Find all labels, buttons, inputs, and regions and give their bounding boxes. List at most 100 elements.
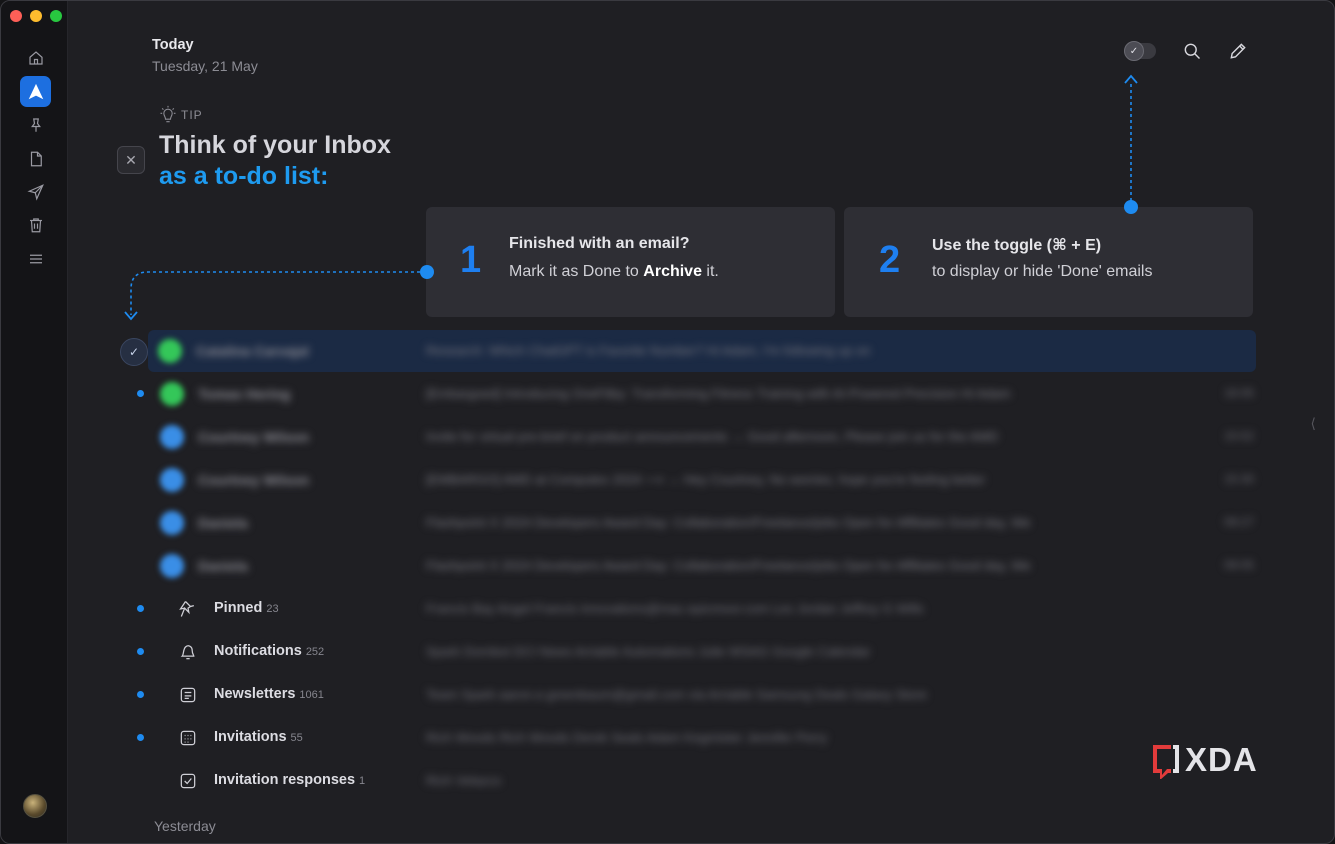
category-name: Invitations — [214, 729, 287, 745]
category-count: 1061 — [299, 689, 324, 701]
category-count: 1 — [359, 775, 366, 787]
document-icon — [30, 151, 42, 166]
email-row[interactable]: Tomas Hering [Embargoed] Introducing OneF… — [118, 373, 1254, 415]
user-avatar[interactable] — [23, 794, 47, 818]
email-time: 09:05 — [1223, 558, 1254, 572]
email-subject: Flashpoint X 2024 Developers Award Day: … — [426, 515, 1031, 530]
unread-indicator — [137, 605, 144, 612]
sender-avatar — [160, 425, 184, 449]
email-sender: Courtney Wilson — [198, 429, 310, 445]
tip-label-text: TIP — [181, 108, 203, 122]
email-time: 16:05 — [1223, 386, 1254, 400]
card-body-emphasis: Archive — [643, 263, 702, 280]
calendar-check-icon — [178, 771, 198, 791]
category-row-invitations[interactable]: Invitations 55 Rich Woods Rich Woods Derek… — [118, 717, 1254, 759]
unread-indicator — [137, 390, 144, 397]
minimize-window-button[interactable] — [30, 10, 42, 22]
zoom-window-button[interactable] — [50, 10, 62, 22]
close-window-button[interactable] — [10, 10, 22, 22]
email-row[interactable]: Courtney Wilson Invite for virtual pre-br… — [118, 416, 1254, 458]
pencil-icon — [1230, 43, 1246, 59]
email-row[interactable]: Daniela Flashpoint X 2024 Developers Awar… — [118, 545, 1254, 587]
arrowhead-down — [124, 311, 138, 321]
mark-done-button[interactable]: ✓ — [120, 338, 148, 366]
unread-indicator — [137, 691, 144, 698]
search-icon — [1184, 43, 1201, 60]
card-body-text: it. — [701, 263, 719, 280]
calendar-icon — [178, 728, 198, 748]
sidebar-item-drafts[interactable] — [20, 143, 51, 174]
xda-watermark: XDA — [1149, 741, 1258, 779]
email-sender: Courtney Wilson — [198, 472, 310, 488]
sender-avatar — [160, 468, 184, 492]
category-row-newsletters[interactable]: Newsletters 1061 Team Spark aaron.e.greenb… — [118, 674, 1254, 716]
step-number: 1 — [460, 239, 482, 281]
card-heading: Finished with an email? — [509, 235, 690, 252]
category-name: Newsletters — [214, 686, 296, 702]
section-header-yesterday: Yesterday — [154, 818, 216, 834]
sender-avatar — [160, 382, 184, 406]
arrowhead-up — [1124, 74, 1138, 84]
sender-avatar — [160, 511, 184, 535]
app-window: Today Tuesday, 21 May ✓ TIP ✕ Think of y… — [0, 0, 1335, 844]
window-controls — [10, 10, 62, 22]
dismiss-tip-button[interactable]: ✕ — [117, 146, 145, 174]
xda-logo-text: XDA — [1185, 741, 1258, 778]
category-label: Newsletters 1061 — [214, 686, 324, 702]
email-row[interactable]: Catalina Carvajal Research: Which ChatGPT… — [148, 330, 1256, 372]
email-subject: Research: Which ChatGPT is Favorite Numb… — [426, 343, 871, 358]
tip-label: TIP — [158, 105, 203, 125]
pin-icon — [30, 117, 41, 132]
tip-title: Think of your Inbox — [159, 131, 391, 159]
main-content: Today Tuesday, 21 May ✓ TIP ✕ Think of y… — [68, 1, 1334, 843]
email-sender: Tomas Hering — [198, 386, 291, 402]
page-date: Tuesday, 21 May — [152, 58, 258, 74]
category-label: Notifications 252 — [214, 643, 324, 659]
checkmark-icon: ✓ — [128, 345, 140, 359]
category-preview: Francis Bay Angel Francis innovations@ma… — [426, 601, 924, 616]
top-toolbar: ✓ — [1124, 41, 1248, 61]
category-preview: Team Spark aaron.e.greenbaum@gmail.com v… — [426, 687, 927, 702]
search-button[interactable] — [1182, 41, 1202, 61]
category-count: 23 — [266, 603, 279, 615]
step-number: 2 — [879, 239, 901, 281]
card-body-text: Mark it as Done to — [509, 263, 644, 280]
sidebar-item-trash[interactable] — [20, 209, 51, 240]
sender-avatar — [158, 339, 182, 363]
category-preview: Spark Dornbot DCI News Arriable Automati… — [426, 644, 871, 659]
tip-title-highlight: as a to-do list: — [159, 162, 329, 190]
tip-card-mark-done: 1 Finished with an email? Mark it as Don… — [426, 207, 835, 317]
email-row[interactable]: Daniela Flashpoint X 2024 Developers Awar… — [118, 502, 1254, 544]
category-label: Invitation responses 1 — [214, 772, 365, 788]
spark-arrow-icon — [28, 83, 43, 99]
category-row-pinned[interactable]: Pinned 23 Francis Bay Angel Francis innova… — [118, 588, 1254, 630]
category-name: Pinned — [214, 600, 263, 616]
email-row[interactable]: Courtney Wilson [EMBARGO] AMD at Computex… — [118, 459, 1254, 501]
category-label: Pinned 23 — [214, 600, 279, 616]
close-icon: ✕ — [125, 151, 137, 168]
email-sender: Daniela — [198, 515, 248, 531]
category-label: Invitations 55 — [214, 729, 303, 745]
sidebar-item-pinned[interactable] — [20, 109, 51, 140]
resize-handle[interactable]: ⟨ — [1311, 415, 1316, 432]
unread-indicator — [137, 734, 144, 741]
category-name: Notifications — [214, 643, 302, 659]
sidebar — [1, 1, 68, 843]
compose-button[interactable] — [1228, 41, 1248, 61]
category-row-notifications[interactable]: Notifications 252 Spark Dornbot DCI News A… — [118, 631, 1254, 673]
unread-indicator — [137, 648, 144, 655]
send-icon — [26, 183, 44, 201]
category-row-invitation-responses[interactable]: Invitation responses 1 Rich Velazco — [118, 760, 1254, 802]
bell-icon — [178, 642, 198, 662]
email-time: 15:52 — [1223, 429, 1254, 443]
newspaper-icon — [178, 685, 198, 705]
sidebar-item-smart-inbox[interactable] — [20, 76, 51, 107]
sidebar-item-home[interactable] — [20, 42, 51, 73]
xda-logo-icon — [1153, 745, 1179, 779]
category-count: 55 — [290, 732, 303, 744]
lightbulb-icon — [160, 105, 176, 123]
sidebar-item-more[interactable] — [20, 243, 51, 274]
sidebar-item-sent[interactable] — [20, 176, 51, 207]
tip-card-toggle: 2 Use the toggle (⌘ + E) to display or h… — [844, 207, 1253, 317]
done-toggle[interactable]: ✓ — [1124, 41, 1156, 61]
